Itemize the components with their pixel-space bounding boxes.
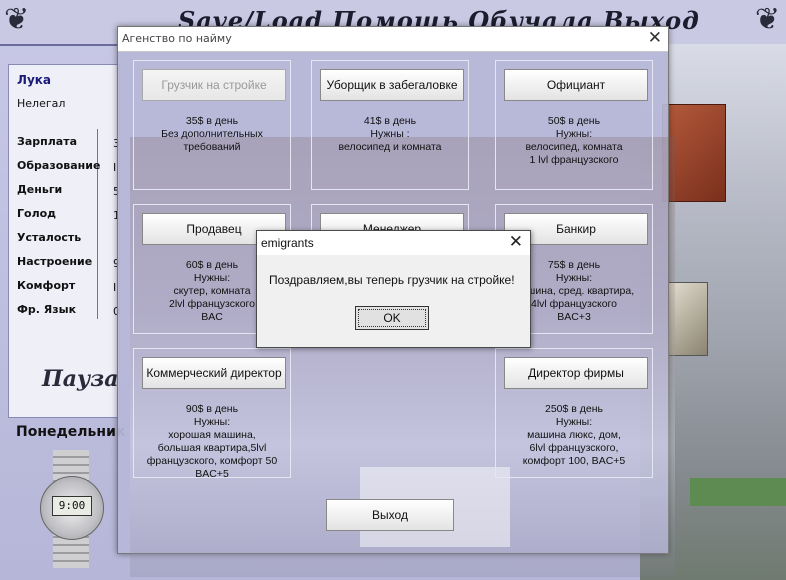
job-button-ceo[interactable]: Директор фирмы [504,357,648,389]
close-icon[interactable]: ✕ [509,232,523,252]
dialog-titlebar: emigrants ✕ [257,231,530,255]
ornament-icon: ❦ [4,2,30,37]
watch-icon: 9:00 [36,450,106,568]
job-button-loader[interactable]: Грузчик на стройке [142,69,286,101]
job-button-commercial-director[interactable]: Коммерческий директор [142,357,286,389]
hero-status: Нелегал [17,97,66,110]
stat-label: Фр. Язык [17,303,77,316]
stat-label: Усталость [17,231,82,244]
stats-list: Зарплата Образование Деньги Голод Устало… [17,135,100,327]
stat-label: Комфорт [17,279,76,292]
pause-button[interactable]: Пауза [42,366,119,392]
stat-label: Зарплата [17,135,77,148]
hero-name: Лука [17,73,52,87]
job-button-cleaner[interactable]: Уборщик в забегаловке [320,69,464,101]
ok-button[interactable]: OK [355,306,429,330]
job-description: 90$ в день Нужны: хорошая машина, больша… [146,403,278,480]
message-dialog: emigrants ✕ Поздравляем,вы теперь грузчи… [256,230,531,348]
clock-time: 9:00 [52,496,92,516]
stat-label: Голод [17,207,57,220]
job-description: 41$ в день Нужны : велосипед и комната [338,115,442,153]
park-image [690,478,786,506]
stat-value: I [113,281,117,294]
dialog-title: emigrants [261,236,314,250]
job-card: Грузчик на стройке 35$ в день Без дополн… [133,60,291,190]
job-card: Директор фирмы 250$ в день Нужны: машина… [495,348,653,478]
stat-value: I [113,161,117,174]
job-card: Уборщик в забегаловке 41$ в день Нужны :… [311,60,469,190]
stat-label: Настроение [17,255,93,268]
hero-panel: Лука Нелегал Зарплата Образование Деньги… [8,64,120,418]
close-icon[interactable]: ✕ [648,28,662,48]
dialog-message: Поздравляем,вы теперь грузчик на стройке… [269,273,515,287]
weekday-label: Понедельник [16,424,126,440]
stat-label: Образование [17,159,101,172]
exit-button[interactable]: Выход [326,499,454,531]
job-description: 250$ в день Нужны: машина люкс, дом, 6lv… [522,403,626,467]
job-card: Официант 50$ в день Нужны: велосипед, ко… [495,60,653,190]
job-button-waiter[interactable]: Официант [504,69,648,101]
agency-titlebar: Агенство по найму ✕ [118,27,668,52]
stat-label: Деньги [17,183,63,196]
job-description: 35$ в день Без дополнительных требований [161,115,263,153]
agency-title: Агенство по найму [122,32,232,45]
job-card: Коммерческий директор 90$ в день Нужны: … [133,348,291,480]
ornament-icon: ❦ [754,2,780,37]
job-description: 50$ в день Нужны: велосипед, комната 1 l… [525,115,623,166]
